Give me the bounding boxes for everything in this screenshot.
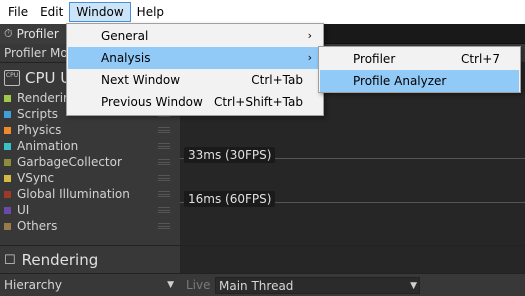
window-menu-item[interactable]: General ›: [68, 25, 322, 47]
category-label: Physics: [17, 123, 62, 137]
drag-handle-icon[interactable]: [158, 207, 170, 213]
rendering-chart[interactable]: [180, 246, 525, 274]
analysis-submenu: Profiler Ctrl+7 Profile Analyzer: [318, 46, 521, 93]
menu-item-label: Profile Analyzer: [353, 74, 447, 88]
category-color-swatch: [4, 174, 11, 182]
category-label: GarbageCollector: [17, 155, 122, 169]
category-label: Scripts: [17, 107, 59, 121]
menu-help[interactable]: Help: [131, 2, 170, 22]
category-color-swatch: [4, 126, 11, 134]
category-label: Others: [17, 219, 58, 233]
menu-item-label: General: [101, 29, 149, 43]
menu-item-shortcut: Ctrl+Shift+Tab: [213, 95, 303, 109]
category-label: UI: [17, 203, 30, 217]
menu-bar: File Edit Window Help: [0, 0, 525, 24]
profiler-modules-dropdown[interactable]: Profiler Mo: [4, 45, 68, 62]
menu-file[interactable]: File: [2, 2, 34, 22]
analysis-menu-item[interactable]: Profile Analyzer: [320, 70, 519, 92]
menu-item-label: Analysis: [101, 51, 151, 65]
cpu-category-item[interactable]: Global Illumination: [4, 186, 176, 202]
category-color-swatch: [4, 158, 11, 166]
category-color-swatch: [4, 190, 11, 198]
category-label: Animation: [17, 139, 79, 153]
cpu-category-item[interactable]: Others: [4, 218, 176, 234]
thread-dropdown[interactable]: Main Thread ▼: [215, 277, 420, 294]
category-color-swatch: [4, 110, 11, 118]
thread-dropdown-value: Main Thread: [219, 279, 294, 293]
cpu-category-item[interactable]: Animation: [4, 138, 176, 154]
cpu-category-item[interactable]: GarbageCollector: [4, 154, 176, 170]
category-color-swatch: [4, 142, 11, 150]
rendering-module-title: Rendering: [21, 251, 99, 269]
cpu-module-title: CPU U: [25, 69, 72, 87]
live-toggle[interactable]: Live: [186, 277, 211, 294]
rendering-icon: ☐: [4, 252, 16, 268]
drag-handle-icon[interactable]: [158, 175, 170, 181]
category-label: VSync: [17, 171, 55, 185]
drag-handle-icon[interactable]: [158, 191, 170, 197]
drag-handle-icon[interactable]: [158, 223, 170, 229]
chart-label-60fps: 16ms (60FPS): [184, 191, 276, 207]
menu-item-shortcut: Ctrl+Tab: [251, 73, 303, 87]
menu-item-label: Next Window: [101, 73, 181, 87]
tab-profiler[interactable]: ⏱ Profiler: [0, 24, 66, 44]
window-menu-item[interactable]: Previous Window Ctrl+Shift+Tab: [68, 91, 322, 113]
analysis-menu-item[interactable]: Profiler Ctrl+7: [320, 48, 519, 70]
drag-handle-icon[interactable]: [158, 159, 170, 165]
cpu-category-item[interactable]: VSync: [4, 170, 176, 186]
cpu-icon: CPU: [4, 70, 20, 86]
category-color-swatch: [4, 222, 11, 230]
window-menu-item[interactable]: Next Window Ctrl+Tab: [68, 69, 322, 91]
drag-handle-icon[interactable]: [158, 127, 170, 133]
cpu-module-header[interactable]: CPU CPU U: [4, 68, 71, 88]
view-dropdown-value: Hierarchy: [4, 278, 63, 292]
drag-handle-icon[interactable]: [158, 143, 170, 149]
chevron-down-icon: ▼: [167, 280, 174, 290]
view-dropdown[interactable]: Hierarchy ▼: [4, 277, 176, 294]
cpu-category-item[interactable]: Physics: [4, 122, 176, 138]
window-menu-item[interactable]: Analysis ›: [68, 47, 322, 69]
category-color-swatch: [4, 206, 11, 214]
menu-item-label: Previous Window: [101, 95, 203, 109]
chevron-right-icon: ›: [307, 51, 312, 64]
category-color-swatch: [4, 94, 11, 102]
menu-item-shortcut: Ctrl+7: [460, 52, 500, 66]
chevron-right-icon: ›: [307, 29, 312, 42]
menu-edit[interactable]: Edit: [34, 2, 69, 22]
window-menu: General › Analysis › Next Window Ctrl+Tab Prev…: [66, 23, 324, 116]
rendering-module-header[interactable]: ☐ Rendering: [0, 246, 180, 274]
details-toolbar: Hierarchy ▼ Live Main Thread ▼: [0, 273, 525, 296]
menu-item-label: Profiler: [353, 52, 396, 66]
menu-window[interactable]: Window: [69, 2, 131, 22]
cpu-category-item[interactable]: UI: [4, 202, 176, 218]
profiler-tab-icon: ⏱: [4, 27, 13, 40]
chevron-down-icon: ▼: [410, 281, 417, 291]
chart-label-30fps: 33ms (30FPS): [184, 147, 276, 163]
rendering-module-row: ☐ Rendering: [0, 245, 525, 274]
tab-profiler-label: Profiler: [16, 27, 59, 41]
category-label: Global Illumination: [17, 187, 130, 201]
